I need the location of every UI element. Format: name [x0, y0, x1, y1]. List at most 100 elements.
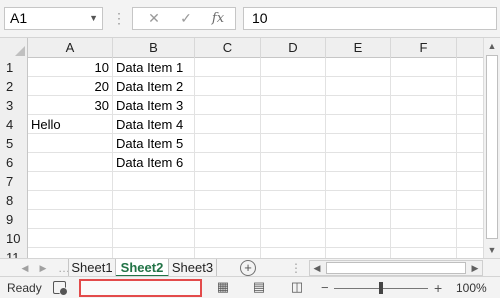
cell-c[interactable] [195, 191, 261, 210]
cell-b[interactable]: Data Item 4 [113, 115, 195, 134]
cell-a[interactable] [28, 210, 113, 229]
cell-b[interactable] [113, 172, 195, 191]
cell-f[interactable] [391, 96, 457, 115]
cell-f[interactable] [391, 248, 457, 258]
cell-e[interactable] [326, 172, 391, 191]
cell-d[interactable] [261, 96, 326, 115]
column-header[interactable]: F [391, 38, 457, 58]
cell-f[interactable] [391, 210, 457, 229]
column-header[interactable]: E [326, 38, 391, 58]
cell-f[interactable] [391, 77, 457, 96]
cell-c[interactable] [195, 77, 261, 96]
cell-e[interactable] [326, 229, 391, 248]
cell-b[interactable] [113, 248, 195, 258]
row-header[interactable]: 10 [0, 229, 28, 248]
cell-b[interactable] [113, 229, 195, 248]
cell-f[interactable] [391, 58, 457, 77]
insert-function-icon[interactable]: fx [205, 8, 231, 29]
scroll-up-icon[interactable]: ▲ [484, 38, 500, 54]
zoom-slider-handle[interactable] [379, 282, 383, 294]
cell-c[interactable] [195, 115, 261, 134]
cancel-icon[interactable]: ✕ [141, 8, 167, 29]
cell-e[interactable] [326, 96, 391, 115]
cell-a[interactable] [28, 248, 113, 258]
scroll-right-icon[interactable]: ▶ [468, 261, 482, 275]
zoom-level[interactable]: 100% [456, 277, 487, 298]
zoom-out-icon[interactable]: − [321, 277, 329, 298]
cell-e[interactable] [326, 248, 391, 258]
grid-view-icon[interactable]: ▦ [216, 280, 230, 294]
formula-input[interactable]: 10 [243, 7, 497, 30]
cell-a[interactable] [28, 134, 113, 153]
cell-d[interactable] [261, 191, 326, 210]
row-header[interactable]: 1 [0, 58, 28, 77]
select-all-button[interactable] [0, 38, 28, 58]
chevron-down-icon[interactable]: ▼ [89, 8, 98, 29]
cell-d[interactable] [261, 58, 326, 77]
zoom-in-icon[interactable]: + [434, 277, 442, 298]
cell-a[interactable] [28, 172, 113, 191]
column-header[interactable]: A [28, 38, 113, 58]
cell-b[interactable]: Data Item 2 [113, 77, 195, 96]
cell-a[interactable] [28, 153, 113, 172]
row-header[interactable]: 8 [0, 191, 28, 210]
cell-e[interactable] [326, 153, 391, 172]
cell-b[interactable]: Data Item 1 [113, 58, 195, 77]
cell-d[interactable] [261, 77, 326, 96]
row-header[interactable]: 5 [0, 134, 28, 153]
cell-a[interactable]: 10 [28, 58, 113, 77]
name-box[interactable]: A1 ▼ [4, 7, 103, 30]
cell-d[interactable] [261, 210, 326, 229]
cell-a[interactable]: 20 [28, 77, 113, 96]
row-header[interactable]: 6 [0, 153, 28, 172]
vertical-scroll-thumb[interactable] [486, 55, 498, 239]
page-break-icon[interactable]: ◫ [290, 280, 304, 294]
tab-sheet2[interactable]: Sheet2 [116, 259, 169, 277]
cell-e[interactable] [326, 191, 391, 210]
cell-f[interactable] [391, 153, 457, 172]
cell-a[interactable] [28, 191, 113, 210]
row-header[interactable]: 2 [0, 77, 28, 96]
row-header[interactable]: 7 [0, 172, 28, 191]
macro-record-icon[interactable] [53, 281, 68, 296]
horizontal-scroll-thumb[interactable] [326, 262, 466, 274]
page-layout-icon[interactable]: ▤ [252, 280, 266, 294]
cell-c[interactable] [195, 134, 261, 153]
cell-b[interactable] [113, 191, 195, 210]
scroll-left-icon[interactable]: ◀ [310, 261, 324, 275]
cell-c[interactable] [195, 172, 261, 191]
cell-b[interactable]: Data Item 3 [113, 96, 195, 115]
cell-b[interactable] [113, 210, 195, 229]
cell-c[interactable] [195, 248, 261, 258]
row-header[interactable]: 11 [0, 248, 28, 258]
enter-icon[interactable]: ✓ [173, 8, 199, 29]
cell-d[interactable] [261, 115, 326, 134]
column-header[interactable]: C [195, 38, 261, 58]
cell-f[interactable] [391, 191, 457, 210]
cell-f[interactable] [391, 115, 457, 134]
cell-d[interactable] [261, 248, 326, 258]
cell-a[interactable]: Hello [28, 115, 113, 134]
cell-e[interactable] [326, 58, 391, 77]
cell-c[interactable] [195, 210, 261, 229]
cell-c[interactable] [195, 58, 261, 77]
cell-e[interactable] [326, 115, 391, 134]
cell-a[interactable] [28, 229, 113, 248]
scroll-down-icon[interactable]: ▼ [484, 242, 500, 258]
next-sheet-icon[interactable]: ▶ [36, 260, 50, 276]
column-header[interactable]: D [261, 38, 326, 58]
cell-a[interactable]: 30 [28, 96, 113, 115]
cell-b[interactable]: Data Item 6 [113, 153, 195, 172]
cell-d[interactable] [261, 153, 326, 172]
row-header[interactable]: 3 [0, 96, 28, 115]
tab-sheet3[interactable]: Sheet3 [169, 259, 217, 277]
cell-f[interactable] [391, 229, 457, 248]
column-header[interactable]: B [113, 38, 195, 58]
cell-d[interactable] [261, 134, 326, 153]
cell-d[interactable] [261, 172, 326, 191]
cell-b[interactable]: Data Item 5 [113, 134, 195, 153]
row-header[interactable]: 9 [0, 210, 28, 229]
cell-c[interactable] [195, 153, 261, 172]
tab-sheet1[interactable]: Sheet1 [68, 259, 116, 277]
cell-c[interactable] [195, 96, 261, 115]
